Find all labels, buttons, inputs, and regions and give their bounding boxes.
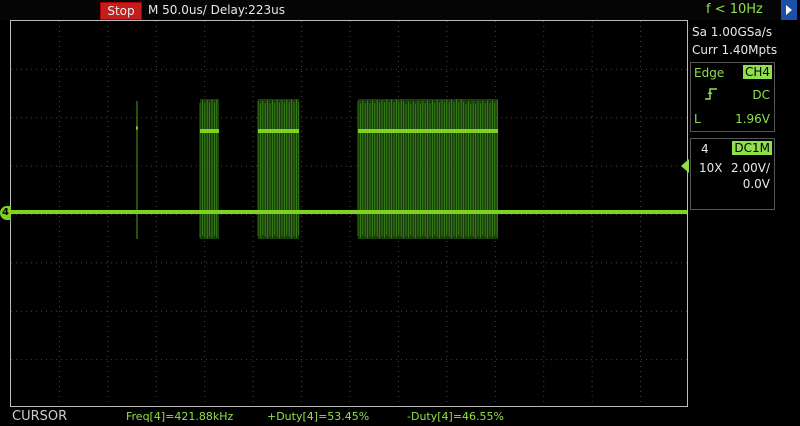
positive-duty-measurement: +Duty[4]=53.45% — [267, 410, 370, 423]
vertical-offset: 0.0V — [742, 177, 770, 191]
cursor-mode-label[interactable]: CURSOR — [12, 409, 67, 424]
trigger-coupling: DC — [752, 88, 770, 102]
top-status-bar: Stop M 50.0us/ Delay:223us f < 10Hz — [0, 0, 800, 20]
sample-rate: Sa 1.00GSa/s — [692, 25, 773, 39]
burst-envelope — [258, 99, 299, 239]
expand-menu-arrow-icon[interactable] — [781, 0, 797, 20]
right-info-panel: Sa 1.00GSa/s Curr 1.40Mpts Edge CH4 DC L… — [681, 20, 800, 407]
rising-edge-icon — [705, 88, 717, 100]
trigger-frequency-readout: f < 10Hz — [706, 2, 763, 17]
channel-4-offset-marker[interactable]: 4 — [0, 206, 11, 220]
frequency-measurement: Freq[4]=421.88kHz — [126, 410, 234, 423]
vertical-scale: 2.00V/ — [731, 161, 770, 175]
run-stop-status[interactable]: Stop — [100, 2, 142, 20]
trigger-source-badge: CH4 — [742, 65, 772, 79]
channel-coupling-badge: DC1M — [732, 141, 772, 155]
bottom-measurement-bar: CURSOR Freq[4]=421.88kHz +Duty[4]=53.45%… — [0, 407, 800, 426]
channel-4-settings-box[interactable]: 4 DC1M 10X 2.00V/ 0.0V — [681, 138, 775, 210]
channel-number: 4 — [701, 142, 709, 156]
memory-depth: Curr 1.40Mpts — [692, 43, 778, 57]
negative-duty-measurement: -Duty[4]=46.55% — [407, 410, 504, 423]
waveform-svg — [11, 21, 687, 406]
channel-tab-arrow-icon — [681, 159, 689, 173]
probe-attenuation: 10X — [699, 161, 723, 175]
trigger-settings-box[interactable]: Edge CH4 DC L 1.96V — [690, 62, 775, 132]
trigger-level-label: L — [694, 112, 701, 126]
trigger-level-value: 1.96V — [735, 112, 770, 126]
timebase-readout[interactable]: M 50.0us/ Delay:223us — [148, 2, 285, 18]
trigger-type: Edge — [694, 66, 725, 80]
waveform-display[interactable] — [10, 20, 688, 407]
